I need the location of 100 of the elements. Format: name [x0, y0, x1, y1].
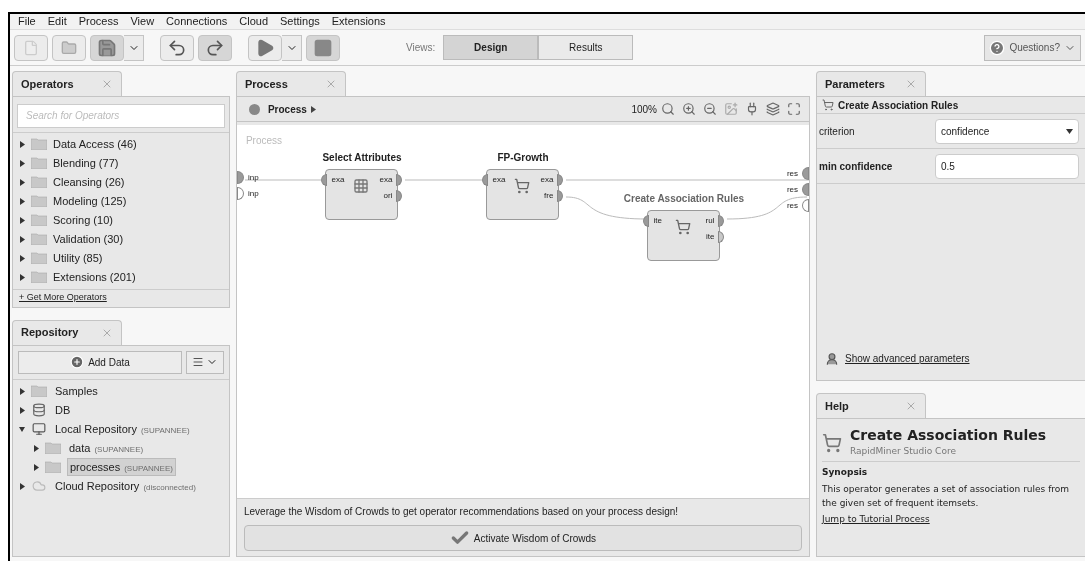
- menu-item[interactable]: Edit: [47, 13, 67, 30]
- repository-item[interactable]: processes (SUPANNEE): [67, 457, 176, 477]
- redo-button[interactable]: [198, 34, 232, 61]
- table-icon: [353, 178, 370, 194]
- zoom-out-icon[interactable]: [703, 102, 717, 116]
- dropdown-button[interactable]: [124, 34, 144, 61]
- operator-group[interactable]: Data Access (46): [53, 135, 137, 153]
- process-output-port[interactable]: res: [786, 199, 809, 212]
- collapsed-arrow-icon[interactable]: [19, 140, 25, 148]
- process-input-port[interactable]: inp: [236, 171, 259, 184]
- view-tab[interactable]: Results: [538, 35, 634, 60]
- output-port[interactable]: [718, 215, 725, 227]
- tutorial-link[interactable]: Jump to Tutorial Process: [822, 512, 1080, 526]
- collapsed-arrow-icon[interactable]: [19, 159, 25, 167]
- activate-wisdom-button[interactable]: Activate Wisdom of Crowds: [243, 525, 802, 551]
- port-label: rul: [705, 215, 715, 227]
- dropdown-button[interactable]: [282, 34, 302, 61]
- collapsed-arrow-icon[interactable]: [19, 406, 25, 414]
- repository-item[interactable]: data (SUPANNEE): [67, 439, 146, 457]
- zoom-in-icon[interactable]: [682, 102, 696, 116]
- panel-tab[interactable]: Help: [816, 393, 926, 418]
- collapsed-arrow-icon[interactable]: [19, 216, 25, 224]
- layers-icon[interactable]: [766, 102, 780, 116]
- collapsed-arrow-icon[interactable]: [19, 387, 25, 395]
- menu-item[interactable]: File: [18, 13, 36, 30]
- operator-group[interactable]: Validation (30): [53, 230, 124, 248]
- cart-icon: [822, 432, 842, 453]
- collapsed-arrow-icon[interactable]: [33, 463, 39, 471]
- input-port[interactable]: [321, 174, 328, 186]
- port-label: exa: [331, 174, 345, 186]
- undo-icon: [167, 37, 187, 58]
- parameter-input[interactable]: 0.5: [935, 153, 1079, 179]
- questions-button[interactable]: Questions?: [984, 34, 1081, 61]
- zoom-reset-icon[interactable]: [661, 102, 675, 116]
- menu-item[interactable]: Settings: [280, 13, 320, 30]
- expanded-arrow-icon[interactable]: [19, 425, 25, 433]
- collapsed-arrow-icon[interactable]: [19, 178, 25, 186]
- output-port[interactable]: [718, 231, 725, 243]
- operator-group[interactable]: Cleansing (26): [53, 173, 125, 191]
- panel-tab[interactable]: Parameters: [816, 71, 926, 96]
- view-tab[interactable]: Design: [443, 35, 539, 60]
- stop-icon: [313, 37, 333, 58]
- menu-item[interactable]: Extensions: [331, 13, 386, 30]
- criterion-dropdown[interactable]: confidence: [935, 118, 1079, 144]
- input-port[interactable]: [482, 174, 489, 186]
- plus-icon: [70, 355, 85, 369]
- collapsed-arrow-icon[interactable]: [33, 444, 39, 452]
- undo-button[interactable]: [160, 34, 194, 61]
- panel-tab[interactable]: Process: [235, 71, 346, 96]
- menu-item[interactable]: Process: [78, 13, 119, 30]
- add-data-button[interactable]: Add Data: [18, 350, 182, 374]
- collapsed-arrow-icon[interactable]: [19, 235, 25, 243]
- output-port[interactable]: [557, 174, 564, 186]
- repository-item[interactable]: Samples: [53, 382, 100, 400]
- operator-group[interactable]: Modeling (125): [53, 192, 127, 210]
- collapsed-arrow-icon[interactable]: [19, 254, 25, 262]
- operator-group[interactable]: Scoring (10): [53, 211, 113, 229]
- folder-icon: [45, 442, 61, 454]
- open-button[interactable]: [52, 34, 86, 61]
- menu-item[interactable]: View: [130, 13, 155, 30]
- menu-item[interactable]: Cloud: [239, 13, 268, 30]
- port-label: exa: [540, 174, 554, 186]
- collapsed-arrow-icon[interactable]: [19, 482, 25, 490]
- monitor-icon: [31, 422, 47, 436]
- collapsed-arrow-icon[interactable]: [19, 197, 25, 205]
- operator-group[interactable]: Utility (85): [53, 249, 103, 267]
- process-canvas[interactable]: Process inp inp res res res Select Attributes exa exa ori FP-Growth exa exa fre Create Association Rules ite rul ite: [236, 125, 809, 498]
- output-port[interactable]: [557, 190, 564, 202]
- plug-icon[interactable]: [745, 102, 759, 116]
- collapsed-arrow-icon[interactable]: [19, 273, 25, 281]
- fit-icon[interactable]: [787, 102, 801, 116]
- output-port[interactable]: [396, 174, 403, 186]
- show-advanced-parameters-link[interactable]: Show advanced parameters: [845, 351, 970, 366]
- process-output-port[interactable]: res: [786, 183, 809, 196]
- process-output-port[interactable]: res: [786, 167, 809, 180]
- stop-button[interactable]: [306, 34, 340, 61]
- folder-icon: [31, 138, 47, 150]
- panel-tab[interactable]: Repository: [12, 319, 122, 345]
- repository-item[interactable]: Local Repository (SUPANNEE): [53, 420, 192, 438]
- operator-group[interactable]: Blending (77): [53, 154, 119, 172]
- output-port[interactable]: [396, 190, 403, 202]
- repository-item[interactable]: DB: [53, 401, 73, 419]
- run-button[interactable]: [248, 34, 282, 61]
- port-label: exa: [379, 174, 393, 186]
- menu-button[interactable]: [185, 350, 224, 374]
- search-field[interactable]: Search for Operators: [17, 103, 225, 128]
- get-more-operators-link[interactable]: + Get More Operators: [19, 291, 107, 305]
- folder-icon: [31, 157, 47, 169]
- panel-tab[interactable]: Operators: [12, 71, 122, 96]
- breadcrumb[interactable]: Process: [267, 101, 307, 117]
- save-button[interactable]: [90, 34, 124, 61]
- process-input-port[interactable]: inp: [236, 187, 259, 200]
- parameter-label: min confidence: [819, 159, 894, 174]
- cart-icon: [675, 219, 692, 235]
- help-icon: [989, 39, 1006, 56]
- repository-item[interactable]: Cloud Repository (disconnected): [53, 477, 198, 495]
- folder-icon: [31, 271, 47, 283]
- operator-group[interactable]: Extensions (201): [53, 268, 136, 286]
- input-port[interactable]: [643, 215, 650, 227]
- menu-item[interactable]: Connections: [166, 13, 228, 30]
